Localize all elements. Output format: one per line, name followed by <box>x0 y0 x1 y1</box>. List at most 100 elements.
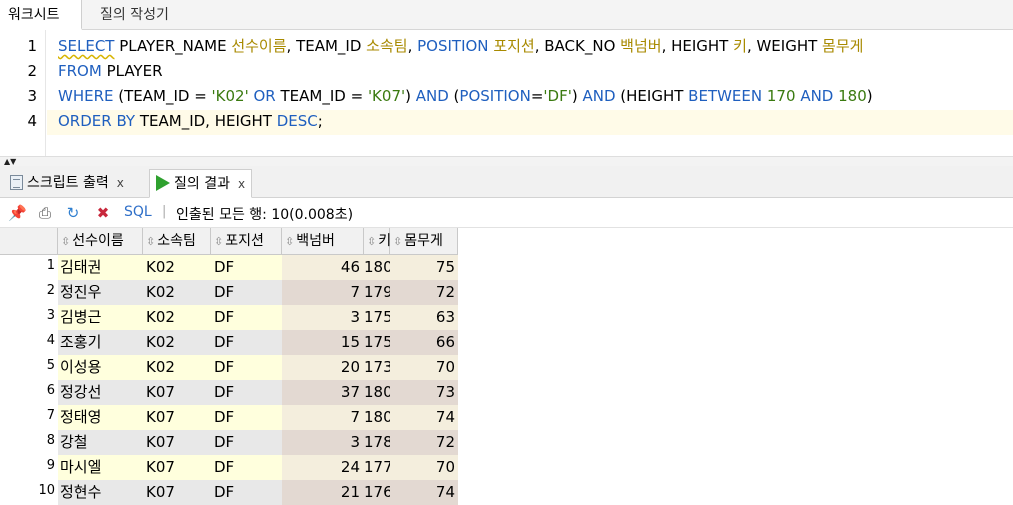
table-row[interactable]: 7 정태영 K07 DF 7 180 74 <box>0 405 458 430</box>
close-icon[interactable]: x <box>238 177 245 191</box>
tab-query-builder[interactable]: 질의 작성기 <box>100 0 169 30</box>
cell-position[interactable]: DF <box>211 430 282 455</box>
cell-weight[interactable]: 72 <box>390 280 458 305</box>
cell-player-name[interactable]: 조홍기 <box>58 330 143 355</box>
sort-icon[interactable]: ⇳ <box>146 235 155 248</box>
table-row[interactable]: 5 이성용 K02 DF 20 173 70 <box>0 355 458 380</box>
cell-position[interactable]: DF <box>211 380 282 405</box>
row-number[interactable]: 3 <box>0 305 58 330</box>
cell-player-name[interactable]: 정태영 <box>58 405 143 430</box>
cell-position[interactable]: DF <box>211 355 282 380</box>
column-header[interactable]: ⇳ 소속팀 <box>143 228 211 255</box>
table-row[interactable]: 3 김병근 K02 DF 3 175 63 <box>0 305 458 330</box>
cell-team-id[interactable]: K02 <box>143 280 211 305</box>
cell-weight[interactable]: 70 <box>390 355 458 380</box>
cell-back-no[interactable]: 3 <box>282 430 364 455</box>
cell-height[interactable]: 175 <box>364 305 390 330</box>
cell-back-no[interactable]: 46 <box>282 255 364 280</box>
row-number[interactable]: 2 <box>0 280 58 305</box>
cell-height[interactable]: 177 <box>364 455 390 480</box>
row-number[interactable]: 7 <box>0 405 58 430</box>
refresh-icon[interactable]: ↻ <box>64 204 82 222</box>
row-number[interactable]: 8 <box>0 430 58 455</box>
column-header[interactable]: ⇳ 백넘버 <box>282 228 364 255</box>
cell-height[interactable]: 179 <box>364 280 390 305</box>
cell-player-name[interactable]: 정강선 <box>58 380 143 405</box>
sort-icon[interactable]: ⇳ <box>61 235 70 248</box>
cell-back-no[interactable]: 15 <box>282 330 364 355</box>
cell-back-no[interactable]: 7 <box>282 280 364 305</box>
cell-position[interactable]: DF <box>211 405 282 430</box>
cell-position[interactable]: DF <box>211 480 282 505</box>
table-row[interactable]: 1 김태권 K02 DF 46 180 75 <box>0 255 458 280</box>
row-number[interactable]: 1 <box>0 255 58 280</box>
sort-icon[interactable]: ⇳ <box>214 235 223 248</box>
sql-editor[interactable]: 1 2 3 4 SELECT PLAYER_NAME 선수이름, TEAM_ID… <box>0 30 1013 156</box>
cell-weight[interactable]: 73 <box>390 380 458 405</box>
result-grid[interactable]: ⇳ 선수이름 ⇳ 소속팀 ⇳ 포지션 ⇳ 백넘버 ⇳ 키 ⇳ 몸무게 1 김태권 K02 DF 46… <box>0 228 1013 505</box>
cell-weight[interactable]: 75 <box>390 255 458 280</box>
cell-height[interactable]: 180 <box>364 255 390 280</box>
row-number[interactable]: 9 <box>0 455 58 480</box>
panel-splitter[interactable]: ▲▼ <box>0 156 1013 166</box>
cell-height[interactable]: 180 <box>364 380 390 405</box>
cell-team-id[interactable]: K07 <box>143 380 211 405</box>
cell-player-name[interactable]: 김태권 <box>58 255 143 280</box>
table-row[interactable]: 4 조홍기 K02 DF 15 175 66 <box>0 330 458 355</box>
delete-icon[interactable]: ✖ <box>94 204 112 222</box>
cell-player-name[interactable]: 정진우 <box>58 280 143 305</box>
cell-team-id[interactable]: K02 <box>143 355 211 380</box>
column-header[interactable]: ⇳ 포지션 <box>211 228 282 255</box>
cell-back-no[interactable]: 7 <box>282 405 364 430</box>
cell-position[interactable]: DF <box>211 280 282 305</box>
cell-weight[interactable]: 70 <box>390 455 458 480</box>
cell-weight[interactable]: 72 <box>390 430 458 455</box>
cell-back-no[interactable]: 37 <box>282 380 364 405</box>
cell-team-id[interactable]: K02 <box>143 255 211 280</box>
cell-team-id[interactable]: K07 <box>143 480 211 505</box>
cell-player-name[interactable]: 김병근 <box>58 305 143 330</box>
sort-icon[interactable]: ⇳ <box>285 235 294 248</box>
cell-back-no[interactable]: 3 <box>282 305 364 330</box>
table-row[interactable]: 8 강철 K07 DF 3 178 72 <box>0 430 458 455</box>
cell-height[interactable]: 175 <box>364 330 390 355</box>
cell-team-id[interactable]: K02 <box>143 330 211 355</box>
print-icon[interactable]: ⎙ <box>36 204 54 222</box>
cell-position[interactable]: DF <box>211 330 282 355</box>
cell-player-name[interactable]: 마시엘 <box>58 455 143 480</box>
cell-height[interactable]: 180 <box>364 405 390 430</box>
cell-weight[interactable]: 74 <box>390 405 458 430</box>
cell-team-id[interactable]: K02 <box>143 305 211 330</box>
cell-team-id[interactable]: K07 <box>143 430 211 455</box>
row-number[interactable]: 4 <box>0 330 58 355</box>
cell-team-id[interactable]: K07 <box>143 405 211 430</box>
splitter-arrows-icon[interactable]: ▲▼ <box>4 157 16 166</box>
cell-position[interactable]: DF <box>211 305 282 330</box>
row-number[interactable]: 6 <box>0 380 58 405</box>
sort-icon[interactable]: ⇳ <box>393 235 402 248</box>
cell-weight[interactable]: 63 <box>390 305 458 330</box>
tab-query-result[interactable]: 질의 결과 x <box>149 169 253 198</box>
table-row[interactable]: 6 정강선 K07 DF 37 180 73 <box>0 380 458 405</box>
tab-script-output[interactable]: 스크립트 출력 x <box>4 169 130 198</box>
table-row[interactable]: 10 정현수 K07 DF 21 176 74 <box>0 480 458 505</box>
cell-back-no[interactable]: 24 <box>282 455 364 480</box>
cell-back-no[interactable]: 20 <box>282 355 364 380</box>
column-header[interactable]: ⇳ 키 <box>364 228 391 255</box>
cell-player-name[interactable]: 정현수 <box>58 480 143 505</box>
column-header[interactable]: ⇳ 몸무게 <box>390 228 458 255</box>
table-row[interactable]: 2 정진우 K02 DF 7 179 72 <box>0 280 458 305</box>
tab-worksheet[interactable]: 워크시트 <box>0 0 82 30</box>
cell-back-no[interactable]: 21 <box>282 480 364 505</box>
cell-player-name[interactable]: 강철 <box>58 430 143 455</box>
row-number[interactable]: 5 <box>0 355 58 380</box>
close-icon[interactable]: x <box>117 176 124 190</box>
pin-icon[interactable]: 📌 <box>8 204 27 222</box>
cell-weight[interactable]: 66 <box>390 330 458 355</box>
cell-team-id[interactable]: K07 <box>143 455 211 480</box>
cell-weight[interactable]: 74 <box>390 480 458 505</box>
sort-icon[interactable]: ⇳ <box>367 235 376 248</box>
cell-height[interactable]: 176 <box>364 480 390 505</box>
cell-position[interactable]: DF <box>211 255 282 280</box>
cell-player-name[interactable]: 이성용 <box>58 355 143 380</box>
